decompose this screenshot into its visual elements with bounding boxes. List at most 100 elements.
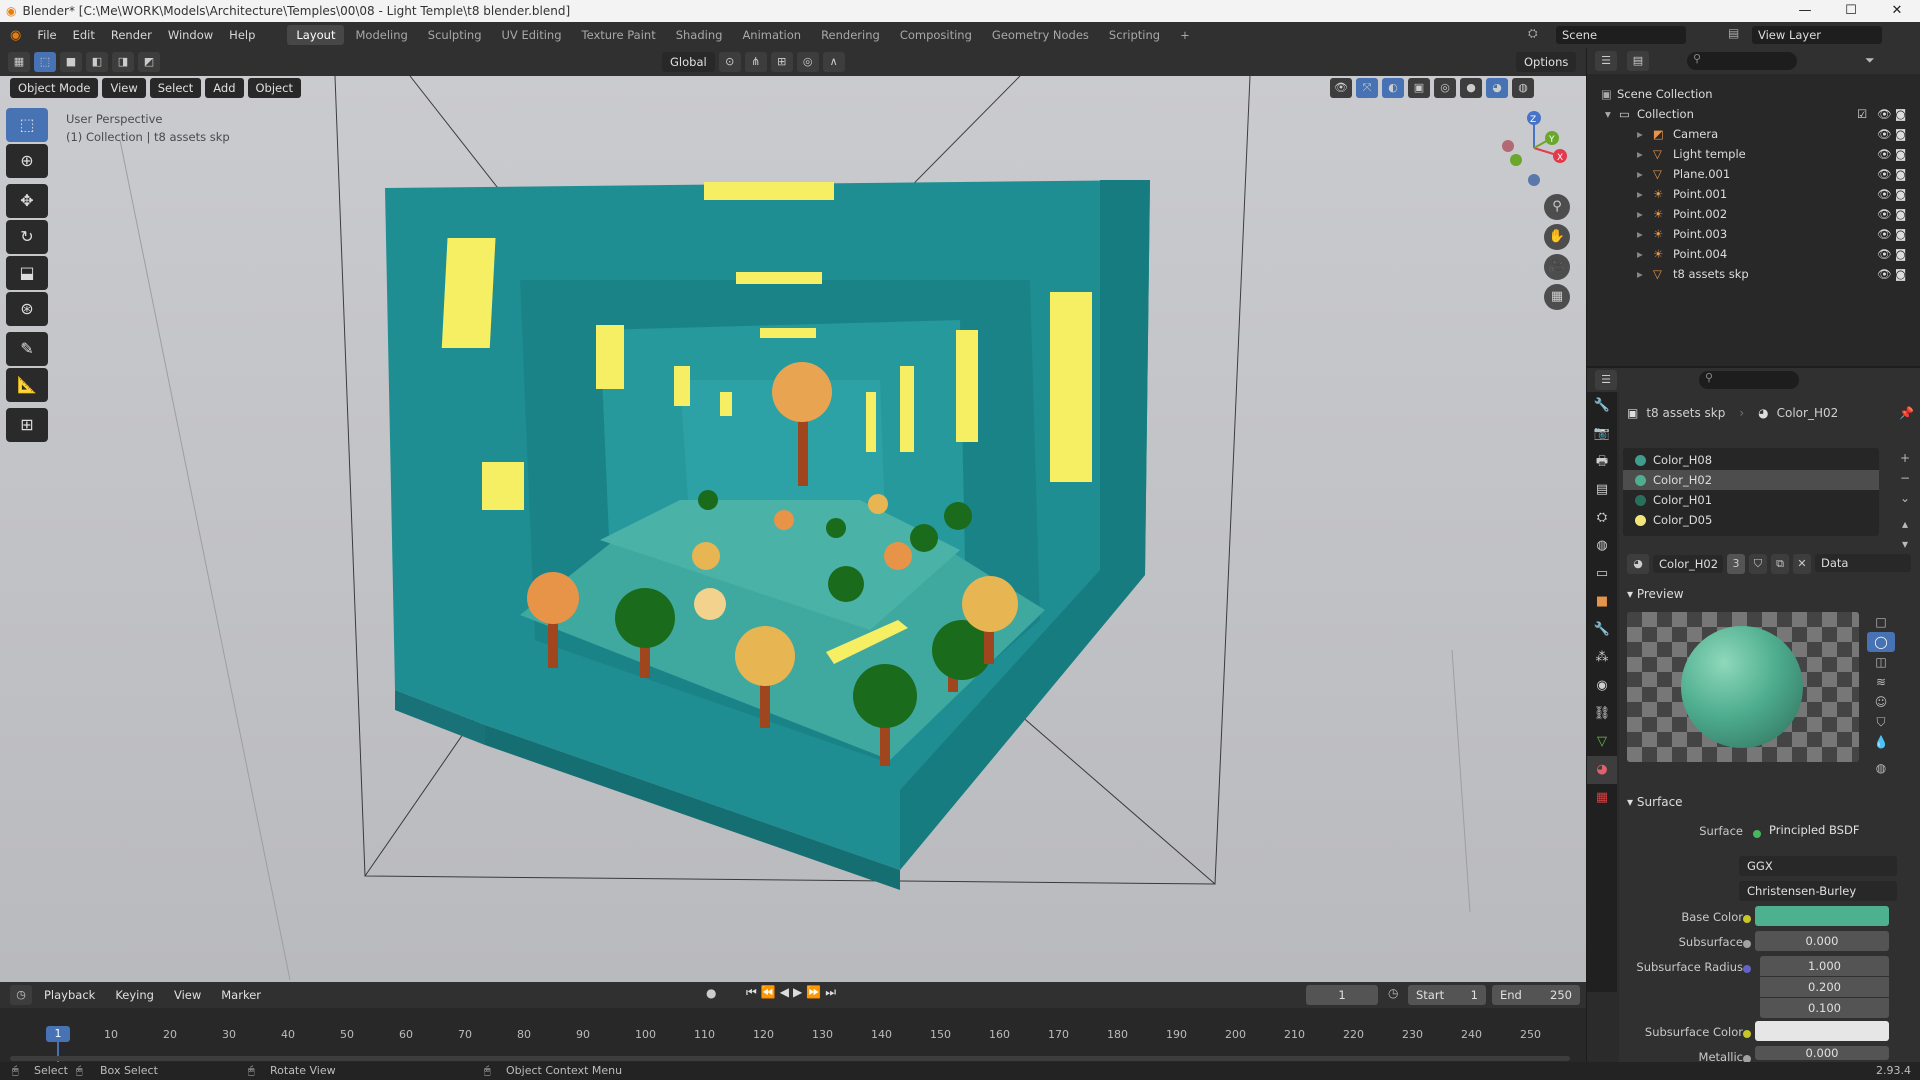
tab-sculpting[interactable]: Sculpting bbox=[419, 25, 491, 45]
tool-tab-icon[interactable]: 🔧 bbox=[1587, 392, 1617, 420]
options-dropdown[interactable]: Options bbox=[1516, 52, 1577, 72]
outliner-item-point-003[interactable]: ▸ ☀ Point.003 👁 ◙ bbox=[1587, 224, 1920, 244]
xray-icon[interactable]: ▣ bbox=[1408, 78, 1430, 98]
eye-icon[interactable]: 👁 bbox=[1877, 104, 1892, 124]
tab-texture-paint[interactable]: Texture Paint bbox=[573, 25, 665, 45]
jump-start-icon[interactable]: ⏮ bbox=[746, 985, 757, 1000]
camera-view-icon[interactable]: 🎥 bbox=[1544, 254, 1570, 280]
select-mode-extend-icon[interactable]: ◧ bbox=[86, 52, 108, 72]
transform-orientation-dropdown[interactable]: Global bbox=[662, 52, 715, 72]
subsurface-field[interactable]: 0.000 bbox=[1755, 931, 1889, 951]
preview-plane-icon[interactable]: □ bbox=[1867, 612, 1895, 632]
particles-tab-icon[interactable]: ⁂ bbox=[1587, 644, 1617, 672]
preview-world-icon[interactable]: ◍ bbox=[1867, 758, 1895, 778]
texture-tab-icon[interactable]: ▦ bbox=[1587, 784, 1617, 812]
base-color-swatch[interactable] bbox=[1755, 906, 1889, 926]
preview-hair-icon[interactable]: ≋ bbox=[1867, 672, 1895, 692]
slot-specials-icon[interactable]: ⌄ bbox=[1895, 488, 1915, 508]
select-mode-intersect-icon[interactable]: ◩ bbox=[138, 52, 160, 72]
preview-panel-header[interactable]: ▾ Preview bbox=[1627, 587, 1684, 601]
add-workspace-button[interactable]: + bbox=[1171, 25, 1199, 45]
select-menu[interactable]: Select bbox=[149, 78, 202, 98]
remove-slot-icon[interactable]: − bbox=[1895, 468, 1915, 488]
move-slot-up-icon[interactable]: ▴ bbox=[1895, 514, 1915, 534]
move-slot-down-icon[interactable]: ▾ bbox=[1895, 534, 1915, 554]
cursor-tool-icon[interactable]: ⊕ bbox=[6, 144, 48, 178]
subsurface-method-dropdown[interactable]: Christensen-Burley bbox=[1739, 881, 1897, 901]
marker-menu[interactable]: Marker bbox=[213, 985, 270, 1005]
duplicate-material-icon[interactable]: ⧉ bbox=[1771, 554, 1789, 574]
camera-render-icon[interactable]: ◙ bbox=[1895, 144, 1906, 164]
camera-render-icon[interactable]: ◙ bbox=[1895, 224, 1906, 244]
surface-shader-field[interactable]: Principled BSDF bbox=[1765, 820, 1909, 840]
end-frame-field[interactable]: End 250 bbox=[1492, 985, 1580, 1005]
expand-arrow-icon[interactable]: ▸ bbox=[1637, 124, 1643, 144]
annotate-tool-icon[interactable]: ✎ bbox=[6, 332, 48, 366]
material-shading-icon[interactable]: ◕ bbox=[1486, 78, 1508, 98]
object-menu[interactable]: Object bbox=[247, 78, 301, 98]
expand-arrow-icon[interactable]: ▸ bbox=[1637, 164, 1643, 184]
tab-animation[interactable]: Animation bbox=[733, 25, 810, 45]
subsurface-radius-x[interactable]: 1.000 bbox=[1760, 956, 1889, 976]
preview-cloth-icon[interactable]: ⛉ bbox=[1867, 712, 1895, 732]
outliner-item-point-001[interactable]: ▸ ☀ Point.001 👁 ◙ bbox=[1587, 184, 1920, 204]
proportional-edit-icon[interactable]: ◎ bbox=[796, 52, 819, 72]
properties-search-icon[interactable]: ⚲ bbox=[1699, 371, 1799, 389]
scene-collection-row[interactable]: ▣ Scene Collection bbox=[1587, 84, 1920, 104]
view-layer-selector[interactable]: View Layer bbox=[1752, 26, 1882, 44]
scene-selector[interactable]: Scene bbox=[1556, 26, 1686, 44]
falloff-icon[interactable]: ∧ bbox=[822, 52, 845, 72]
perspective-grid-icon[interactable]: ▦ bbox=[1544, 284, 1570, 310]
scene-tab-icon[interactable]: ⛭ bbox=[1587, 504, 1617, 532]
select-mode-new-icon[interactable]: ■ bbox=[60, 52, 82, 72]
eye-icon[interactable]: 👁 bbox=[1877, 124, 1892, 144]
material-users-count[interactable]: 3 bbox=[1727, 554, 1745, 574]
object-tab-icon[interactable]: ■ bbox=[1587, 588, 1617, 616]
play-reverse-icon[interactable]: ◀ bbox=[780, 985, 789, 1000]
expand-arrow-icon[interactable]: ▸ bbox=[1637, 184, 1643, 204]
filter-icon[interactable]: ⏷ bbox=[1865, 53, 1875, 68]
play-icon[interactable]: ▶ bbox=[793, 985, 802, 1000]
collapse-arrow-icon[interactable]: ▾ bbox=[1605, 104, 1611, 124]
expand-arrow-icon[interactable]: ▸ bbox=[1637, 204, 1643, 224]
tab-uv-editing[interactable]: UV Editing bbox=[493, 25, 571, 45]
tab-scripting[interactable]: Scripting bbox=[1100, 25, 1169, 45]
playback-menu[interactable]: Playback bbox=[36, 985, 104, 1005]
tab-rendering[interactable]: Rendering bbox=[812, 25, 889, 45]
expand-arrow-icon[interactable]: ▸ bbox=[1637, 144, 1643, 164]
collection-tab-icon[interactable]: ▭ bbox=[1587, 560, 1617, 588]
add-menu[interactable]: Add bbox=[205, 78, 244, 98]
data-tab-icon[interactable]: ▽ bbox=[1587, 728, 1617, 756]
fake-user-icon[interactable]: ⛉ bbox=[1749, 554, 1767, 574]
snap-icon[interactable]: ⋔ bbox=[744, 52, 767, 72]
material-slot[interactable]: Color_D05 bbox=[1623, 510, 1879, 530]
eye-icon[interactable]: 👁 bbox=[1877, 264, 1892, 284]
browse-material-icon[interactable]: ◕ bbox=[1627, 554, 1649, 574]
eye-icon[interactable]: 👁 bbox=[1877, 184, 1892, 204]
transform-tool-icon[interactable]: ⊛ bbox=[6, 292, 48, 326]
tab-compositing[interactable]: Compositing bbox=[891, 25, 981, 45]
constraints-tab-icon[interactable]: ⛓ bbox=[1587, 700, 1617, 728]
gizmo-icon[interactable]: ⤧ bbox=[1356, 78, 1378, 98]
menu-edit[interactable]: Edit bbox=[65, 22, 103, 48]
modifier-tab-icon[interactable]: 🔧 bbox=[1587, 616, 1617, 644]
link-dropdown[interactable]: Data bbox=[1815, 554, 1911, 572]
world-tab-icon[interactable]: ◍ bbox=[1587, 532, 1617, 560]
eye-icon[interactable]: 👁 bbox=[1877, 164, 1892, 184]
output-tab-icon[interactable]: 🖶 bbox=[1587, 448, 1617, 476]
material-tab-icon[interactable]: ◕ bbox=[1587, 756, 1617, 784]
timeline-view-menu[interactable]: View bbox=[165, 985, 210, 1005]
preview-fluid-icon[interactable]: 💧 bbox=[1867, 732, 1895, 752]
close-button[interactable]: ✕ bbox=[1874, 0, 1920, 22]
next-keyframe-icon[interactable]: ⏩ bbox=[806, 985, 821, 1000]
zoom-icon[interactable]: ⚲ bbox=[1544, 194, 1570, 220]
add-slot-icon[interactable]: + bbox=[1895, 448, 1915, 468]
current-frame-field[interactable]: 1 bbox=[1306, 985, 1378, 1005]
editor-type-icon[interactable]: ▦ bbox=[8, 52, 30, 72]
distribution-dropdown[interactable]: GGX bbox=[1739, 856, 1897, 876]
eye-icon[interactable]: 👁 bbox=[1877, 144, 1892, 164]
eye-icon[interactable]: 👁 bbox=[1877, 204, 1892, 224]
3d-viewport[interactable]: User Perspective (1) Collection | t8 ass… bbox=[0, 75, 1586, 982]
record-icon[interactable]: ● bbox=[706, 986, 716, 1000]
material-slot[interactable]: Color_H08 bbox=[1623, 450, 1879, 470]
